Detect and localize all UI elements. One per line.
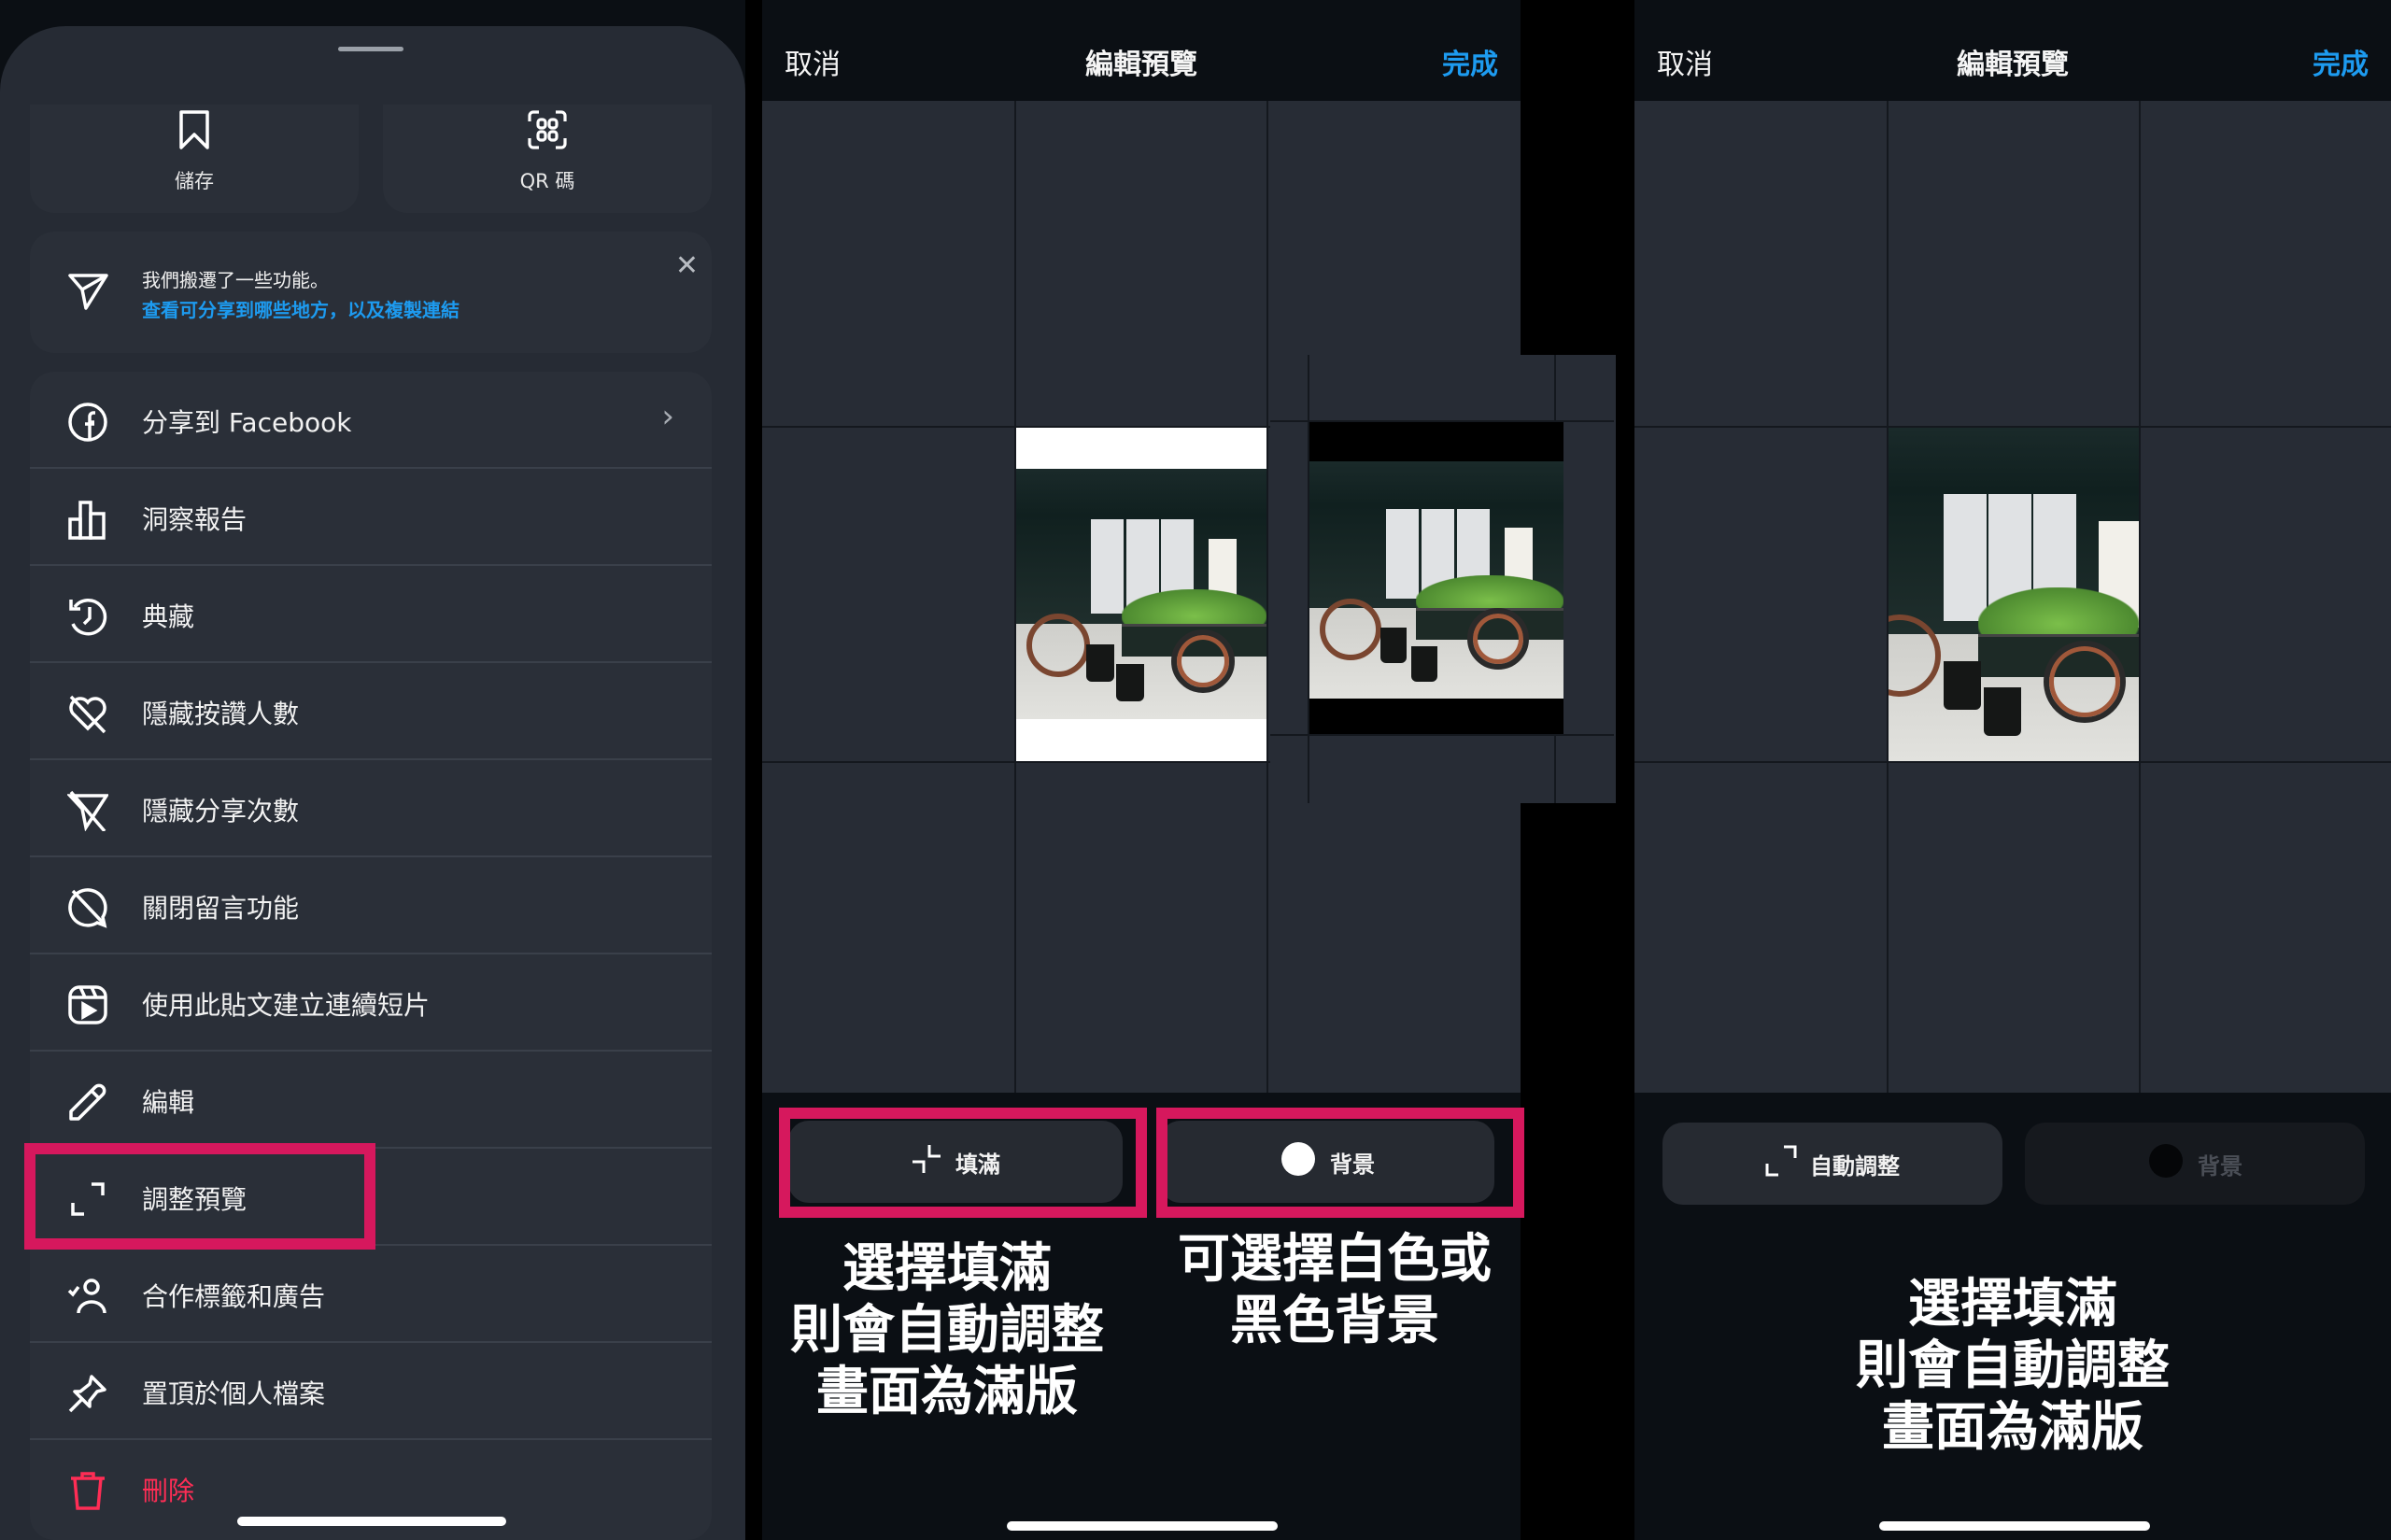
caption-fill: 選擇填滿 則會自動調整 畫面為滿版 <box>1856 1274 2170 1458</box>
qr-code-label: QR 碼 <box>519 170 575 192</box>
save-button[interactable]: 儲存 <box>30 105 359 213</box>
menu-item-hide-likes[interactable]: 隱藏按讚人數 <box>30 663 712 760</box>
post-preview-white-bg[interactable] <box>1016 428 1266 761</box>
trash-icon <box>67 1470 105 1510</box>
background-label: 背景 <box>2198 1152 2242 1180</box>
menu-item-label: 分享到 Facebook <box>142 407 352 438</box>
post-preview-filled[interactable] <box>1889 428 2139 761</box>
menu-item-label: 隱藏分享次數 <box>142 796 300 827</box>
menu-item-label: 編輯 <box>142 1087 195 1118</box>
reels-icon <box>67 984 107 1024</box>
tag-person-icon <box>67 1276 106 1314</box>
highlight-adjust-preview <box>24 1143 375 1250</box>
highlight-fill-button <box>779 1108 1147 1218</box>
send-icon <box>67 271 110 316</box>
notice-text: 我們搬遷了一些功能。 <box>142 269 329 291</box>
auto-adjust-label: 自動調整 <box>1810 1152 1900 1180</box>
menu-item-create-reel[interactable]: 使用此貼文建立連續短片 <box>30 954 712 1052</box>
menu-item-label: 合作標籤和廣告 <box>142 1281 326 1312</box>
menu-item-pin-to-profile[interactable]: 置頂於個人檔案 <box>30 1343 712 1440</box>
cancel-button[interactable]: 取消 <box>785 41 841 82</box>
sheet-grabber[interactable] <box>338 47 403 51</box>
done-button[interactable]: 完成 <box>1442 41 1498 82</box>
page-title: 編輯預覽 <box>1957 49 2069 81</box>
black-bg-preview-overlay <box>1270 355 1616 803</box>
menu-item-archive[interactable]: 典藏 <box>30 566 712 663</box>
bar-chart-icon <box>67 499 106 540</box>
grid-line <box>2139 101 2141 1093</box>
chevron-right-icon: › <box>661 398 674 435</box>
post-photo <box>1309 461 1563 699</box>
expand-icon <box>1765 1145 1797 1182</box>
caption-background: 可選擇白色或 黑色背景 <box>1178 1229 1492 1351</box>
cancel-button[interactable]: 取消 <box>1657 41 1713 82</box>
menu-item-share-facebook[interactable]: 分享到 Facebook › <box>30 372 712 469</box>
home-indicator <box>237 1517 506 1526</box>
post-photo <box>1016 469 1266 719</box>
notice-link[interactable]: 查看可分享到哪些地方，以及複製連結 <box>142 295 460 322</box>
grid-line <box>1634 761 2391 763</box>
menu-item-label: 隱藏按讚人數 <box>142 699 300 729</box>
menu-item-edit[interactable]: 編輯 <box>30 1052 712 1149</box>
comment-off-icon <box>67 887 107 928</box>
qr-code-button[interactable]: QR 碼 <box>383 105 712 213</box>
moved-features-notice: 我們搬遷了一些功能。 查看可分享到哪些地方，以及複製連結 ✕ <box>30 232 712 353</box>
pencil-icon <box>67 1081 106 1121</box>
page-title: 編輯預覽 <box>1085 49 1197 81</box>
background-button-disabled: 背景 <box>2025 1123 2365 1205</box>
heart-off-icon <box>67 693 106 734</box>
caption-fill: 選擇填滿 則會自動調整 畫面為滿版 <box>790 1238 1104 1422</box>
grid-line <box>1266 101 1268 1093</box>
facebook-icon <box>67 402 107 442</box>
share-off-icon <box>65 790 110 833</box>
auto-adjust-button[interactable]: 自動調整 <box>1662 1123 2002 1205</box>
preview-grid <box>1634 101 2391 1093</box>
home-indicator <box>1007 1521 1278 1531</box>
pin-icon <box>67 1373 106 1413</box>
menu-item-label: 置頂於個人檔案 <box>142 1378 326 1409</box>
menu-item-label: 洞察報告 <box>142 504 248 535</box>
archive-history-icon <box>67 596 107 636</box>
menu-item-label: 刪除 <box>142 1476 195 1506</box>
background-color-swatch-icon <box>2147 1142 2185 1185</box>
home-indicator <box>1879 1521 2150 1531</box>
menu-item-turn-off-comments[interactable]: 關閉留言功能 <box>30 857 712 954</box>
menu-item-collab-tags-ads[interactable]: 合作標籤和廣告 <box>30 1246 712 1343</box>
share-sheet-screen: 儲存 QR 碼 我們搬遷了一些功能。 查看可分享到哪些地方，以及複製連結 ✕ 分… <box>0 0 745 1540</box>
bookmark-icon <box>174 108 215 155</box>
save-label: 儲存 <box>175 170 214 192</box>
menu-item-insights[interactable]: 洞察報告 <box>30 469 712 566</box>
close-icon[interactable]: ✕ <box>675 252 699 280</box>
menu-item-hide-shares[interactable]: 隱藏分享次數 <box>30 760 712 857</box>
menu-item-label: 使用此貼文建立連續短片 <box>142 990 431 1021</box>
qr-code-icon <box>526 108 569 155</box>
post-preview-black-bg[interactable] <box>1309 422 1563 734</box>
menu-item-label: 典藏 <box>142 601 195 632</box>
edit-preview-screen-auto: 編輯預覽 取消 完成 自動調整 背景 選擇填滿 則會自動調整 畫面為滿版 <box>1634 0 2391 1540</box>
options-menu: 分享到 Facebook › 洞察報告 典藏 隱藏按讚人數 隱藏分享次數 關閉留… <box>30 372 712 1540</box>
highlight-background-button <box>1156 1108 1524 1218</box>
menu-item-label: 關閉留言功能 <box>142 893 300 924</box>
done-button[interactable]: 完成 <box>2313 41 2369 82</box>
